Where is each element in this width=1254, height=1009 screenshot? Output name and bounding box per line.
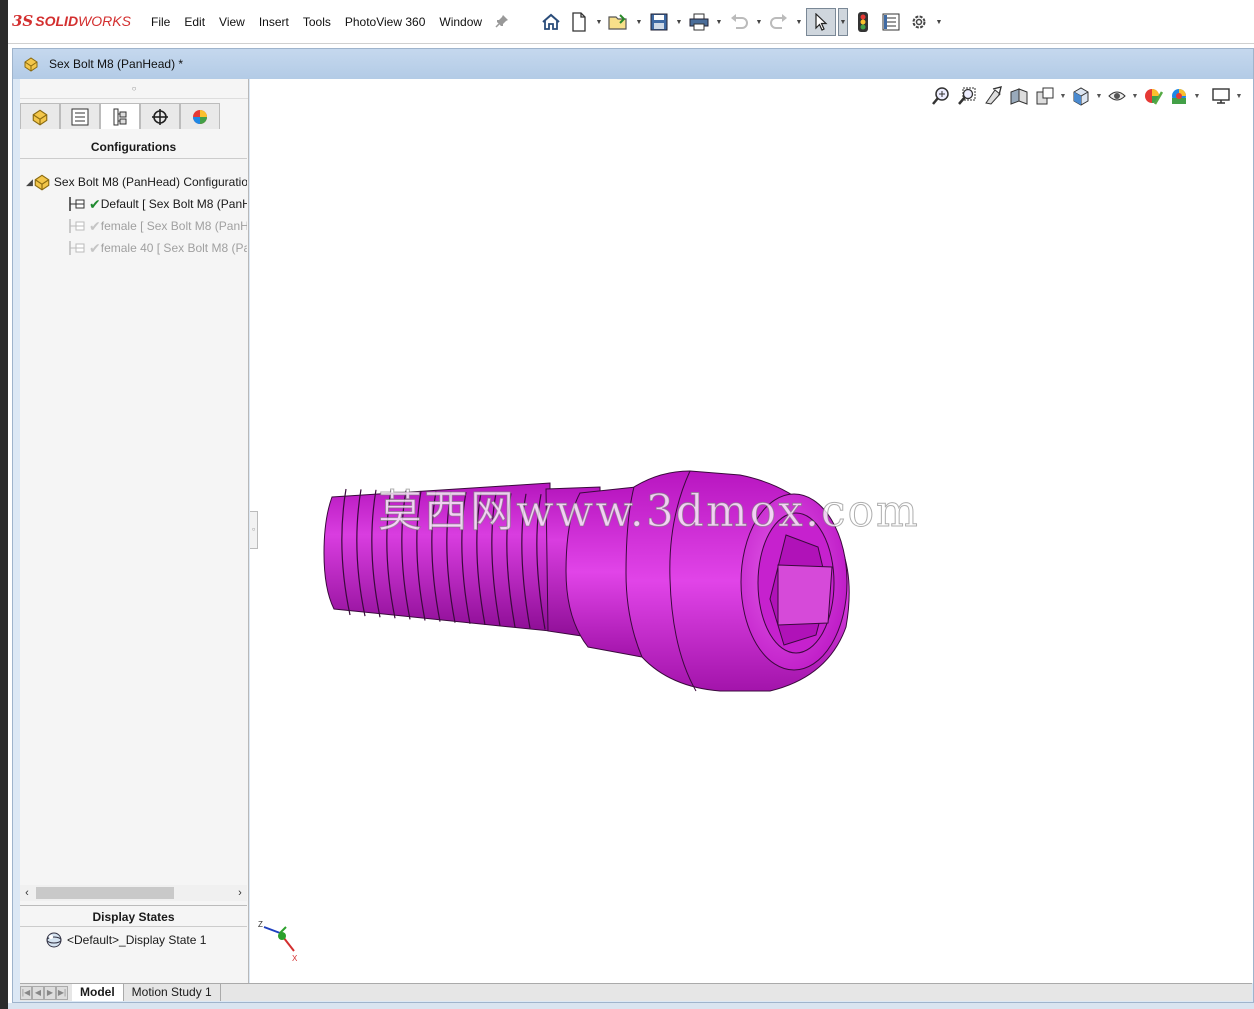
home-icon[interactable] — [538, 9, 564, 35]
new-document-icon[interactable] — [566, 9, 592, 35]
tree-root-node[interactable]: ◢ Sex Bolt M8 (PanHead) Configurations — [20, 171, 247, 193]
bottom-tab-bar: |◀ ◀ ▶ ▶| Model Motion Study 1 — [20, 983, 1252, 1001]
feature-manager-panel: ○ Configurations ◢ Sex Bolt M8 (PanHead)… — [20, 79, 249, 1001]
undo-icon[interactable] — [726, 9, 752, 35]
config-label: Default [ Sex Bolt M8 (PanHead) ] — [100, 197, 247, 211]
config-item-default[interactable]: ✔ Default [ Sex Bolt M8 (PanHead) ] — [20, 193, 247, 215]
open-folder-icon[interactable] — [606, 9, 632, 35]
inactive-check-icon: ✔ — [89, 239, 101, 256]
config-label: female [ Sex Bolt M8 (PanHead) ] — [100, 219, 247, 233]
options-dropdown-icon[interactable]: ▼ — [934, 9, 944, 35]
scroll-track[interactable] — [34, 887, 233, 899]
logo-word-rest: WORKS — [78, 13, 131, 29]
configurations-heading: Configurations — [20, 135, 247, 159]
feature-tree-icon — [32, 109, 48, 126]
document-window: Sex Bolt M8 (PanHead) * ○ Configurations — [12, 48, 1254, 1003]
redo-icon[interactable] — [766, 9, 792, 35]
configuration-icon — [68, 195, 86, 213]
menu-file[interactable]: File — [144, 11, 177, 33]
next-tab-icon[interactable]: ▶ — [44, 985, 56, 1000]
pin-icon[interactable] — [495, 14, 509, 31]
configuration-tree: ◢ Sex Bolt M8 (PanHead) Configurations ✔… — [20, 171, 247, 259]
status-bar — [8, 1003, 1254, 1009]
standard-toolbar: ▼ ▼ ▼ ▼ ▼ ▼ ▼ ▼ — [538, 8, 944, 36]
tab-display-manager[interactable] — [180, 103, 220, 129]
horizontal-scrollbar[interactable]: ‹ › — [20, 885, 247, 901]
triad-z-label: Z — [258, 920, 263, 929]
configuration-manager-icon — [113, 108, 127, 125]
collapse-arrow-icon[interactable]: ◢ — [26, 177, 33, 188]
last-tab-icon[interactable]: ▶| — [56, 985, 68, 1000]
logo-ds-mark: 3S — [12, 12, 34, 30]
tab-navigation-arrows: |◀ ◀ ▶ ▶| — [20, 985, 68, 1000]
options-gear-icon[interactable] — [906, 9, 932, 35]
tab-motion-study-1[interactable]: Motion Study 1 — [124, 984, 221, 1001]
reference-triad: Z X — [258, 920, 298, 963]
watermark-text: 莫西网www.3dmox.com — [378, 486, 920, 538]
display-state-item[interactable]: <Default>_Display State 1 — [44, 931, 206, 949]
tab-model[interactable]: Model — [72, 984, 124, 1001]
undo-dropdown-icon[interactable]: ▼ — [754, 9, 764, 35]
menu-window[interactable]: Window — [432, 11, 489, 33]
new-dropdown-icon[interactable]: ▼ — [594, 9, 604, 35]
configuration-icon — [68, 217, 86, 235]
tab-feature-tree[interactable] — [20, 103, 60, 129]
menu-edit[interactable]: Edit — [177, 11, 212, 33]
part-config-icon — [33, 173, 51, 191]
menu-tools[interactable]: Tools — [296, 11, 338, 33]
logo-word-bold: SOLID — [35, 13, 79, 29]
triad-x-label: X — [292, 954, 298, 963]
file-properties-icon[interactable] — [878, 9, 904, 35]
save-dropdown-icon[interactable]: ▼ — [674, 9, 684, 35]
scroll-left-icon[interactable]: ‹ — [20, 887, 34, 899]
inactive-check-icon: ✔ — [89, 217, 101, 234]
menu-view[interactable]: View — [212, 11, 252, 33]
part-icon — [21, 55, 41, 73]
tree-root-label: Sex Bolt M8 (PanHead) Configurations — [53, 175, 247, 189]
display-state-label: <Default>_Display State 1 — [67, 933, 207, 947]
print-dropdown-icon[interactable]: ▼ — [714, 9, 724, 35]
rebuild-traffic-light-icon[interactable] — [850, 9, 876, 35]
active-check-icon: ✔ — [89, 195, 101, 212]
logo-wordmark: SOLIDWORKS — [35, 13, 131, 29]
tab-dimxpert-manager[interactable] — [140, 103, 180, 129]
desktop-edge — [0, 0, 8, 1009]
document-title: Sex Bolt M8 (PanHead) * — [49, 57, 184, 71]
scroll-thumb[interactable] — [36, 887, 174, 899]
panel-grip-handle[interactable]: ○ — [20, 79, 248, 99]
menu-photoview[interactable]: PhotoView 360 — [338, 11, 433, 33]
dimxpert-crosshair-icon — [152, 108, 168, 125]
scroll-right-icon[interactable]: › — [233, 887, 247, 899]
graphics-area[interactable]: ○ ▼ ▼ ▼ ▼ ▼ 莫西网www.3dmox.com Z X — [250, 79, 1253, 983]
redo-dropdown-icon[interactable]: ▼ — [794, 9, 804, 35]
display-states-heading: Display States — [20, 905, 247, 927]
feature-manager-tabs — [20, 103, 220, 129]
menubar: 3S SOLIDWORKS File Edit View Insert Tool… — [8, 0, 1254, 44]
configuration-icon — [68, 239, 86, 257]
tab-configuration-manager[interactable] — [100, 103, 140, 129]
tab-property-manager[interactable] — [60, 103, 100, 129]
config-label: female 40 [ Sex Bolt M8 (PanHead) ] — [100, 241, 247, 255]
display-state-icon — [44, 931, 64, 949]
select-dropdown-icon[interactable]: ▼ — [838, 8, 848, 36]
property-manager-icon — [71, 108, 89, 125]
config-item-female-40[interactable]: ✔ female 40 [ Sex Bolt M8 (PanHead) ] — [20, 237, 247, 259]
display-manager-pie-icon — [193, 109, 207, 124]
select-pointer-icon[interactable] — [806, 8, 836, 36]
save-icon[interactable] — [646, 9, 672, 35]
open-dropdown-icon[interactable]: ▼ — [634, 9, 644, 35]
print-icon[interactable] — [686, 9, 712, 35]
solidworks-logo[interactable]: 3S SOLIDWORKS — [12, 12, 131, 30]
menu-insert[interactable]: Insert — [252, 11, 296, 33]
document-titlebar: Sex Bolt M8 (PanHead) * — [13, 49, 1253, 79]
first-tab-icon[interactable]: |◀ — [20, 985, 32, 1000]
prev-tab-icon[interactable]: ◀ — [32, 985, 44, 1000]
menu-list: File Edit View Insert Tools PhotoView 36… — [144, 0, 509, 44]
config-item-female[interactable]: ✔ female [ Sex Bolt M8 (PanHead) ] — [20, 215, 247, 237]
